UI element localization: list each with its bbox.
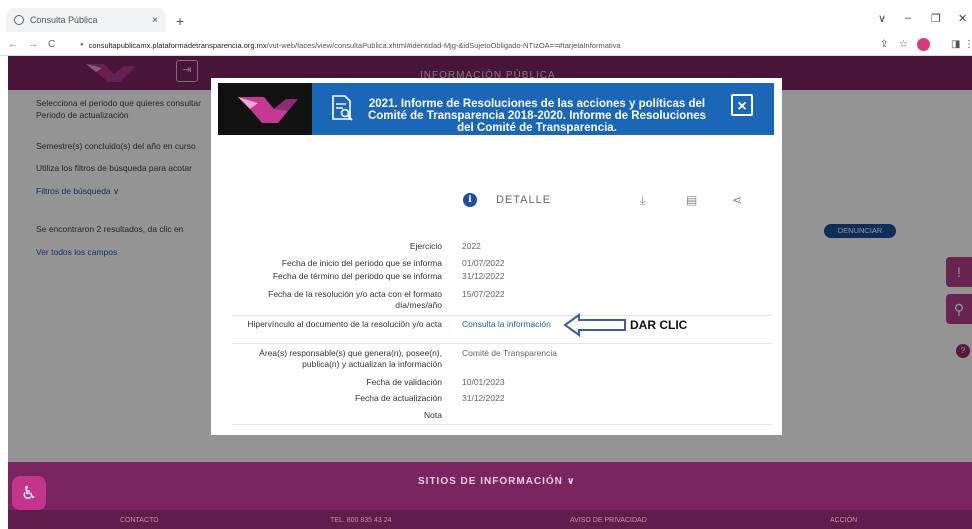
modal-close-button[interactable]: × — [731, 94, 753, 116]
detail-row-label: Fecha de actualización — [355, 393, 442, 403]
platform-logo-large — [238, 97, 298, 123]
detail-row-label: Ejercicio — [409, 241, 442, 251]
url-path: /vut-web/faces/view/consultaPublica.xhtm… — [266, 40, 621, 50]
new-tab-button[interactable]: + — [176, 13, 184, 29]
consulta-informacion-link[interactable]: Consulta la información — [462, 319, 551, 329]
accessibility-icon[interactable]: ♿ — [12, 476, 46, 510]
browser-tab-bar: Consulta Pública × + ∨ – ❐ ✕ — [0, 0, 972, 34]
row-divider — [232, 424, 772, 425]
modal-logo — [218, 83, 312, 135]
tab-favicon-icon — [14, 15, 24, 25]
browser-tab[interactable]: Consulta Pública × — [6, 8, 166, 32]
lock-icon: ● — [80, 42, 84, 48]
minimize-button[interactable]: – — [905, 12, 911, 24]
footer-item[interactable]: AVISO DE PRIVACIDAD — [570, 517, 647, 524]
detail-row-value: Comité de Transparencia — [462, 348, 557, 358]
back-arrow-icon[interactable]: ← — [8, 39, 18, 50]
detail-row-value: 31/12/2022 — [462, 271, 505, 281]
detail-row-label: Área(s) responsable(s) que genera(n), po… — [259, 348, 442, 369]
detail-row-label: Hipervínculo al documento de la resoluci… — [247, 319, 442, 329]
detail-row-value: 10/01/2023 — [462, 377, 505, 387]
detail-row-label: Fecha de término del periodo que se info… — [272, 271, 442, 281]
forward-arrow-icon[interactable]: → — [28, 39, 38, 50]
detail-row-label: Fecha de validación — [366, 377, 442, 387]
detail-row-value: 15/07/2022 — [462, 289, 505, 299]
footer-title[interactable]: SITIOS DE INFORMACIÓN ∨ — [418, 476, 576, 487]
detail-row-label: Nota — [424, 410, 442, 420]
browser-address-bar: ← → C ● consultapublicamx.plataformadetr… — [0, 34, 972, 56]
bookmark-star-icon[interactable]: ☆ — [899, 39, 908, 50]
tab-title: Consulta Pública — [30, 15, 98, 25]
footer-item[interactable]: ACCIÓN — [830, 517, 857, 524]
info-icon: i — [463, 193, 477, 207]
url-field[interactable]: ● consultapublicamx.plataformadetranspar… — [80, 37, 880, 53]
share-icon[interactable]: ⇪ — [880, 39, 888, 50]
footer-item[interactable]: CONTACTO — [120, 517, 159, 524]
reload-icon[interactable]: C — [48, 39, 55, 50]
tab-close-button[interactable]: × — [152, 15, 158, 26]
detail-row-value: 2022 — [462, 241, 481, 251]
tab-search-chevron-icon[interactable]: ∨ — [878, 12, 886, 25]
download-icon[interactable]: ⤓ — [640, 193, 645, 208]
detail-row-label: Fecha de la resolución y/o acta con el f… — [268, 289, 442, 310]
print-icon[interactable]: ▤ — [686, 193, 697, 207]
detail-row-value: 31/12/2022 — [462, 393, 505, 403]
share-icon[interactable]: ⋖ — [732, 193, 742, 207]
profile-avatar[interactable] — [917, 38, 930, 51]
sidebar-icon[interactable]: ◨ — [951, 39, 960, 50]
document-search-icon — [332, 95, 353, 121]
detail-row-label: Fecha de inicio del periodo que se infor… — [281, 258, 442, 268]
detail-label: DETALLE — [496, 194, 552, 206]
detail-row-value: 01/07/2022 — [462, 258, 505, 268]
row-divider — [232, 343, 772, 344]
browser-menu-icon[interactable]: ⋮ — [964, 39, 972, 50]
close-window-button[interactable]: ✕ — [958, 12, 967, 25]
maximize-button[interactable]: ❐ — [931, 12, 941, 25]
url-domain: consultapublicamx.plataformadetransparen… — [88, 40, 267, 50]
modal-title: 2021. Informe de Resoluciones de las acc… — [367, 98, 707, 134]
row-divider — [232, 315, 772, 316]
dar-clic-annotation: DAR CLIC — [630, 318, 688, 332]
footer-item[interactable]: TEL. 800 835 43 24 — [330, 517, 392, 524]
left-arrow-icon — [563, 313, 626, 337]
